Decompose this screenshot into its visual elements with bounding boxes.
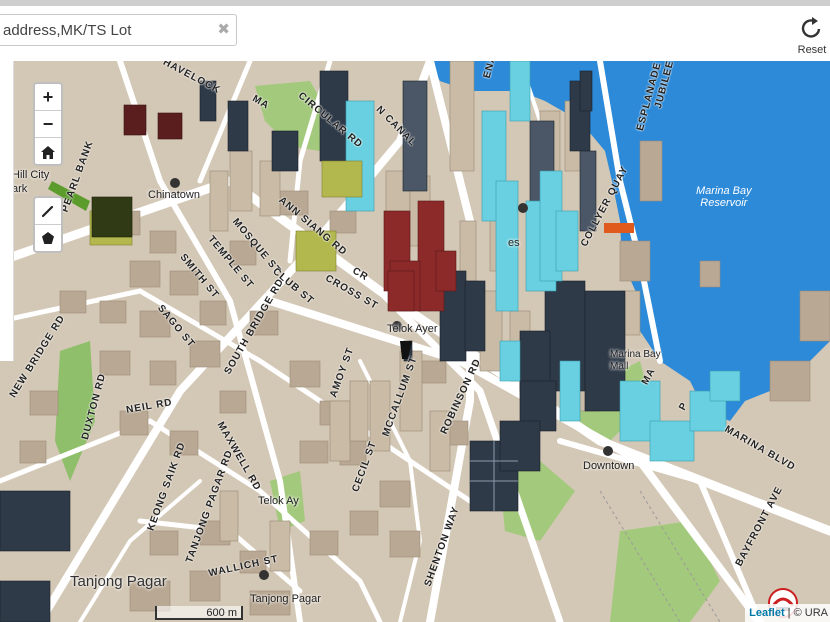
attribution-separator: | [784,607,794,619]
place-label-telok-ayer-station: Telok Ayer [387,323,438,335]
pencil-icon [41,205,54,218]
place-label-es: es [508,237,520,249]
zoom-out-button[interactable]: − [35,111,61,138]
orange-building [604,223,634,233]
map-canvas[interactable]: Marina Bay Reservoir Hill City ark China… [0,61,830,622]
place-label-park: ark [12,183,28,195]
home-icon [41,145,55,159]
pentagon-icon [42,232,54,245]
place-label-tanjong-pagar: Tanjong Pagar [70,573,167,590]
draw-control [33,196,63,253]
place-label-telok-ay: Telok Ay [258,495,299,507]
zoom-in-button[interactable]: + [35,84,61,111]
map-attribution: Leaflet | © URA [745,604,830,622]
reset-label: Reset [797,44,827,56]
search-box[interactable]: ✖ [0,14,237,46]
reset-button[interactable]: Reset [795,14,829,58]
scale-bar: 600 m [155,606,243,620]
place-label-tanjong-pagar-2: Tanjong Pagar [250,593,321,605]
search-input[interactable] [3,15,208,45]
attribution-source: © URA [793,607,828,619]
left-side-panel [0,61,14,361]
home-button[interactable] [35,138,61,164]
refresh-icon [801,17,821,38]
buildings-3d-layer [0,61,830,622]
place-label-downtown: Downtown [583,460,635,472]
draw-line-button[interactable] [35,198,61,225]
leaflet-link[interactable]: Leaflet [749,607,784,619]
close-icon[interactable]: ✖ [217,21,230,39]
draw-polygon-button[interactable] [35,225,61,251]
place-label-hill-city: Hill City [12,169,50,181]
zoom-control: + − [33,82,63,166]
header-bar: ✖ Reset [0,6,830,61]
place-label-chinatown: Chinatown [148,189,200,201]
water-label-marina-bay: Marina Bay Reservoir [696,185,752,209]
